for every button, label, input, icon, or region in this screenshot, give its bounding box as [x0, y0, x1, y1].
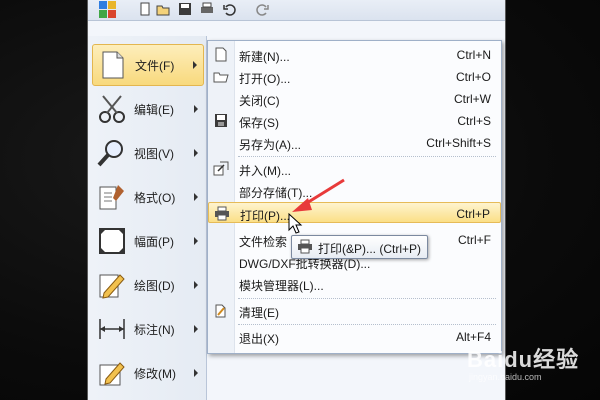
menu-item-purge[interactable]: 清理(E)	[208, 300, 501, 321]
new-file-icon	[215, 47, 227, 62]
menu-category-label: 文件(F)	[135, 58, 175, 73]
menu-category-edit[interactable]: 编辑(E)	[92, 88, 204, 130]
quick-access-toolbar	[88, 0, 505, 21]
watermark-main-text: Baidu经验	[467, 347, 580, 372]
submenu-arrow-icon	[193, 61, 197, 69]
redo-icon[interactable]	[256, 2, 270, 16]
menu-item-save-as[interactable]: 另存为(A)... Ctrl+Shift+S	[208, 132, 501, 153]
menu-category-label: 标注(N)	[134, 322, 175, 337]
watermark-sub-text: jingyan.baidu.com	[469, 372, 542, 382]
menu-separator	[238, 298, 496, 299]
document-icon	[102, 51, 124, 79]
new-icon[interactable]	[138, 2, 152, 16]
save-icon[interactable]	[178, 2, 192, 16]
format-brush-icon	[99, 185, 124, 210]
menu-category-label: 绘图(D)	[134, 278, 175, 293]
menu-category-page[interactable]: 幅面(P)	[92, 220, 204, 262]
purge-icon	[215, 304, 226, 318]
menu-item-close[interactable]: 关闭(C) Ctrl+W	[208, 88, 501, 109]
menu-separator	[238, 324, 496, 325]
dimension-icon	[99, 319, 125, 339]
menu-item-new[interactable]: 新建(N)... Ctrl+N	[208, 44, 501, 65]
printer-icon	[298, 239, 312, 254]
scissors-icon	[99, 95, 125, 123]
menu-category-dimension[interactable]: 标注(N)	[92, 308, 204, 350]
menu-separator	[238, 156, 496, 157]
file-submenu: 新建(N)... Ctrl+N 打开(O)... Ctrl+O 关闭(C) Ct…	[207, 40, 502, 354]
submenu-arrow-icon	[194, 237, 198, 245]
annotation-arrow-icon	[292, 178, 345, 212]
undo-icon[interactable]	[222, 2, 236, 16]
mouse-cursor-icon	[288, 213, 303, 234]
app-logo-icon[interactable]	[96, 0, 120, 20]
magnifier-icon	[97, 140, 123, 167]
menu-category-label: 格式(O)	[134, 190, 176, 205]
app-menu-categories: 文件(F) 编辑(E) 视图(V) 格式(O) 幅面(P) 绘图(D) 标注(N…	[88, 36, 207, 400]
menu-category-label: 编辑(E)	[134, 102, 174, 117]
submenu-arrow-icon	[194, 281, 198, 289]
submenu-arrow-icon	[194, 105, 198, 113]
pencil-draw-icon	[99, 274, 125, 299]
page-frame-icon	[99, 228, 125, 254]
menu-category-file[interactable]: 文件(F)	[92, 44, 204, 86]
menu-category-format[interactable]: 格式(O)	[92, 176, 204, 218]
menu-item-open[interactable]: 打开(O)... Ctrl+O	[208, 66, 501, 87]
menu-item-partial-save[interactable]: 部分存储(T)...	[208, 180, 501, 201]
modify-pencil-icon	[99, 362, 125, 386]
submenu-arrow-icon	[194, 325, 198, 333]
open-folder-icon	[213, 72, 229, 83]
menu-category-label: 幅面(P)	[134, 234, 174, 249]
save-icon	[215, 114, 227, 127]
baidu-watermark: Baidu经验 jingyan.baidu.com	[455, 338, 595, 394]
menu-category-draw[interactable]: 绘图(D)	[92, 264, 204, 306]
menu-category-label: 视图(V)	[134, 146, 174, 161]
menu-category-label: 修改(M)	[134, 366, 176, 381]
menu-item-module-manager[interactable]: 模块管理器(L)...	[208, 273, 501, 294]
menu-item-print[interactable]: 打印(P)... Ctrl+P	[208, 202, 501, 223]
submenu-arrow-icon	[194, 193, 198, 201]
submenu-arrow-icon	[194, 149, 198, 157]
menu-item-merge[interactable]: 并入(M)...	[208, 158, 501, 179]
menu-category-modify[interactable]: 修改(M)	[92, 352, 204, 394]
menu-item-save[interactable]: 保存(S) Ctrl+S	[208, 110, 501, 131]
print-icon[interactable]	[200, 2, 214, 16]
open-icon[interactable]	[156, 2, 170, 16]
submenu-arrow-icon	[194, 369, 198, 377]
menu-category-view[interactable]: 视图(V)	[92, 132, 204, 174]
printer-icon	[215, 206, 229, 221]
merge-icon	[213, 161, 229, 176]
print-tooltip: 打印(&P)... (Ctrl+P)	[291, 235, 428, 259]
